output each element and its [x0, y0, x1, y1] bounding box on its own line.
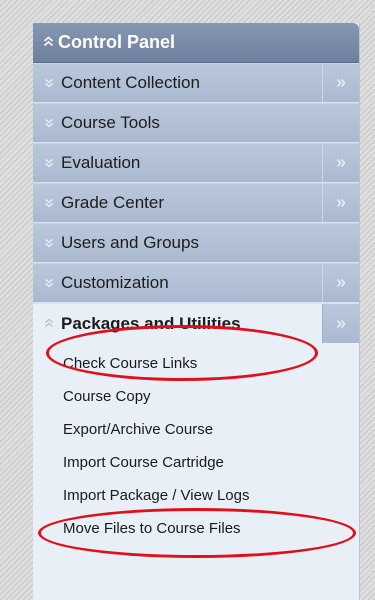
- menu-item-label: Course Tools: [61, 113, 160, 132]
- control-panel-title: Control Panel: [58, 32, 176, 52]
- menu-item-label: Evaluation: [61, 153, 141, 172]
- control-panel: Control Panel Content Collection Course …: [33, 23, 360, 600]
- submenu-item-check-course-links[interactable]: Check Course Links: [63, 347, 359, 380]
- double-chevron-up-icon: [43, 35, 54, 50]
- menu-item-label: Users and Groups: [61, 233, 199, 252]
- double-chevron-down-icon: [39, 76, 59, 91]
- expand-chevron-right-icon[interactable]: [322, 64, 359, 102]
- menu-item-content-collection[interactable]: Content Collection: [33, 63, 359, 103]
- double-chevron-down-icon: [39, 196, 59, 211]
- control-panel-menu: Content Collection Course Tools Evaluati…: [33, 63, 359, 545]
- double-chevron-down-icon: [39, 156, 59, 171]
- double-chevron-down-icon: [39, 236, 59, 251]
- menu-item-course-tools[interactable]: Course Tools: [33, 103, 359, 143]
- menu-item-evaluation[interactable]: Evaluation: [33, 143, 359, 183]
- menu-item-users-and-groups[interactable]: Users and Groups: [33, 223, 359, 263]
- expand-chevron-right-icon[interactable]: [322, 184, 359, 222]
- menu-item-packages-and-utilities[interactable]: Packages and Utilities: [33, 303, 359, 343]
- double-chevron-down-icon: [39, 116, 59, 131]
- submenu-item-import-package-view-logs[interactable]: Import Package / View Logs: [63, 479, 359, 512]
- control-panel-header[interactable]: Control Panel: [33, 23, 359, 63]
- submenu-item-import-course-cartridge[interactable]: Import Course Cartridge: [63, 446, 359, 479]
- submenu-item-course-copy[interactable]: Course Copy: [63, 380, 359, 413]
- expand-chevron-right-icon[interactable]: [322, 144, 359, 182]
- menu-item-label: Customization: [61, 273, 169, 292]
- menu-item-customization[interactable]: Customization: [33, 263, 359, 303]
- double-chevron-down-icon: [39, 276, 59, 291]
- menu-item-label: Packages and Utilities: [61, 313, 241, 333]
- submenu-item-export-archive-course[interactable]: Export/Archive Course: [63, 413, 359, 446]
- menu-item-label: Grade Center: [61, 193, 164, 212]
- expand-chevron-right-icon[interactable]: [322, 264, 359, 302]
- menu-item-grade-center[interactable]: Grade Center: [33, 183, 359, 223]
- menu-item-label: Content Collection: [61, 73, 200, 92]
- expand-chevron-right-icon[interactable]: [322, 304, 359, 343]
- double-chevron-up-icon: [39, 316, 59, 331]
- packages-and-utilities-submenu: Check Course Links Course Copy Export/Ar…: [33, 343, 359, 545]
- submenu-item-move-files-to-course-files[interactable]: Move Files to Course Files: [63, 512, 359, 545]
